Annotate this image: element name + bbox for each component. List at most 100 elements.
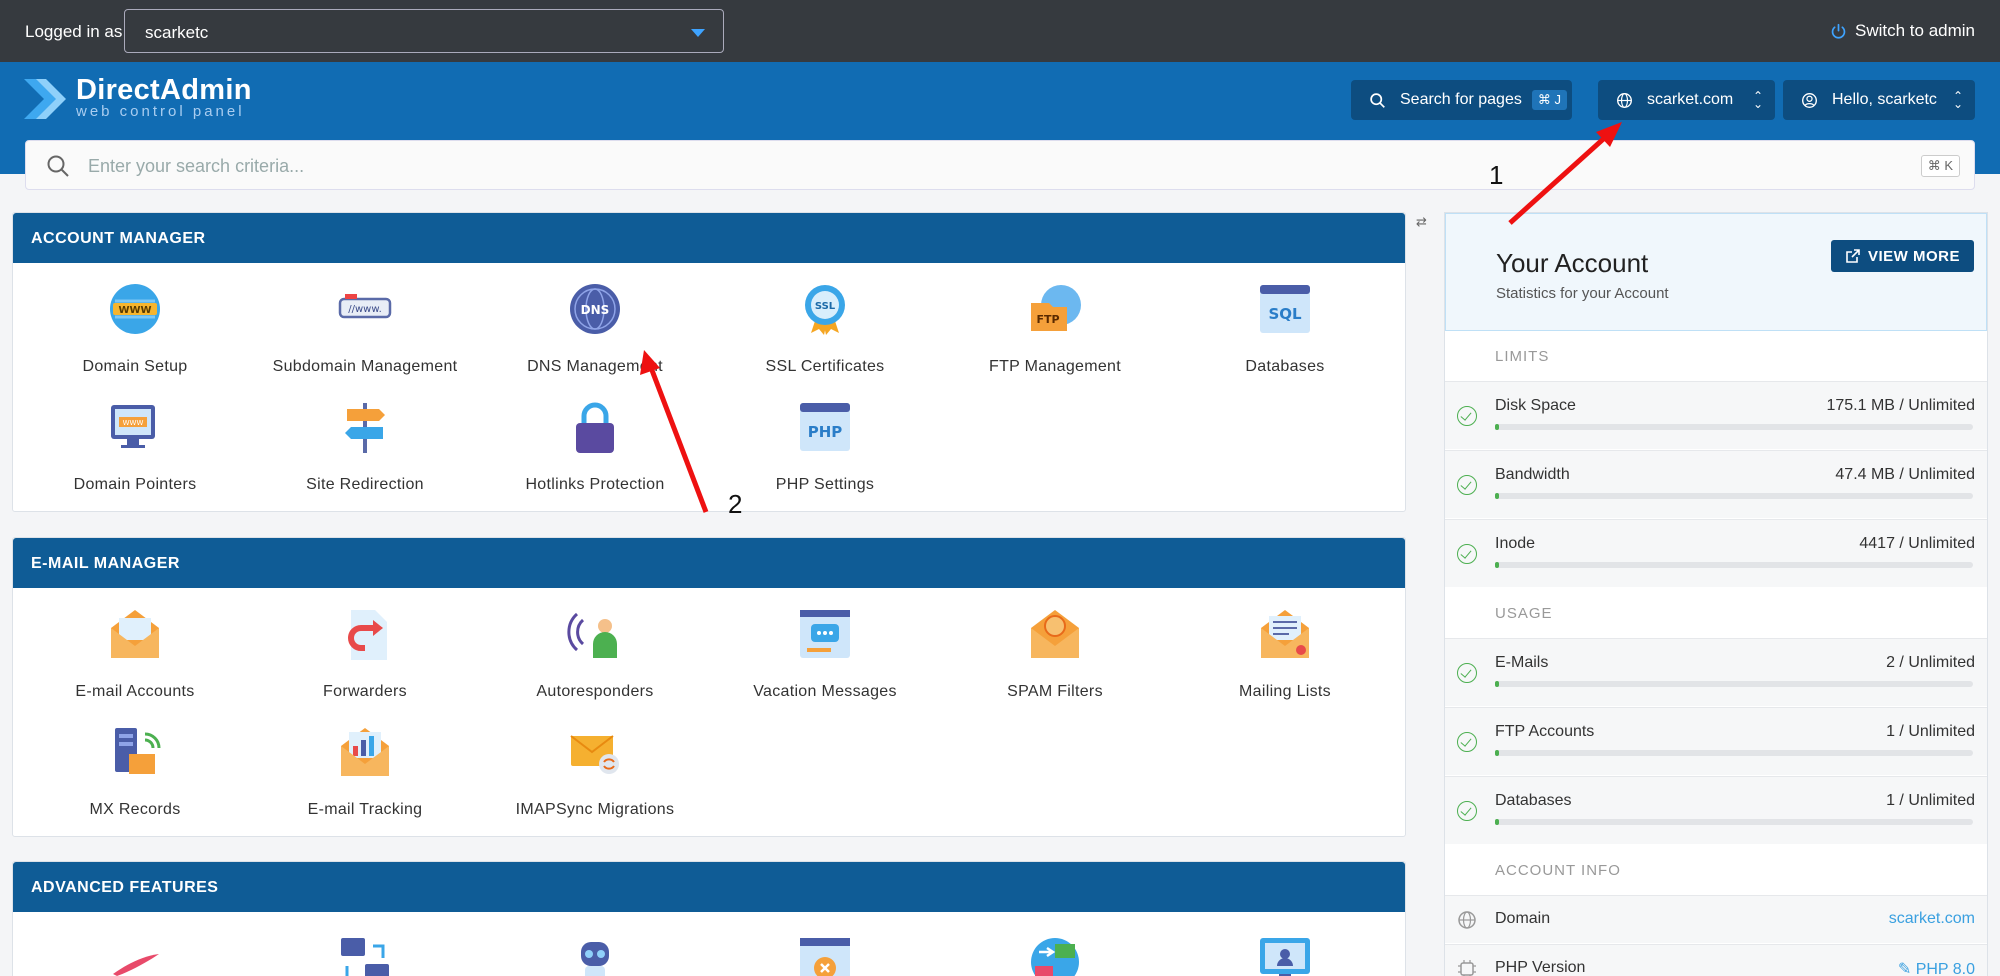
usage-heading: USAGE xyxy=(1495,605,1553,622)
mailing-lists-item[interactable]: Mailing Lists xyxy=(1170,606,1400,701)
email-manager-panel: E-MAIL MANAGER E-mail Accounts Forwarder… xyxy=(12,537,1406,837)
padlock-icon xyxy=(576,402,614,453)
databases-item[interactable]: SQL Databases xyxy=(1170,281,1400,376)
limit-value: 4417 / Unlimited xyxy=(1859,535,1975,552)
spam-filters-item[interactable]: SPAM Filters xyxy=(940,606,1170,701)
limit-progress-bar xyxy=(1495,493,1973,499)
brand-name: DirectAdmin xyxy=(76,74,252,106)
apache-feather-icon xyxy=(113,954,159,976)
envelope-icon xyxy=(111,610,159,658)
advanced-features-panel: ADVANCED FEATURES xyxy=(12,861,1406,976)
domain-selector-label: scarket.com xyxy=(1647,91,1734,108)
email-accounts-item[interactable]: E-mail Accounts xyxy=(20,606,250,701)
svg-text:WWW: WWW xyxy=(123,419,144,427)
php-window-icon: PHP xyxy=(800,403,850,451)
domain-link[interactable]: scarket.com xyxy=(1889,910,1975,928)
check-circle-icon xyxy=(1457,406,1477,426)
svg-text:PHP: PHP xyxy=(808,423,843,441)
limit-progress-bar xyxy=(1495,424,1973,430)
limit-name: Disk Space xyxy=(1495,397,1576,414)
usage-name: FTP Accounts xyxy=(1495,723,1595,740)
subdomain-management-item[interactable]: //www. Subdomain Management xyxy=(250,281,480,376)
email-tracking-item[interactable]: E-mail Tracking xyxy=(250,724,480,819)
info-row-domain: Domain scarket.com xyxy=(1445,895,1987,943)
mx-server-icon xyxy=(115,728,161,774)
imapsync-migrations-item[interactable]: IMAPSync Migrations xyxy=(480,724,710,819)
directadmin-logo[interactable]: DirectAdmin web control panel xyxy=(24,75,252,123)
site-redirection-item[interactable]: Site Redirection xyxy=(250,399,480,494)
domain-pointers-item[interactable]: WWW Domain Pointers xyxy=(20,399,250,494)
php-version-value: PHP 8.0 xyxy=(1915,961,1975,976)
user-select[interactable]: scarketc xyxy=(124,9,724,53)
directadmin-logo-icon xyxy=(24,79,66,119)
account-info-heading: ACCOUNT INFO xyxy=(1495,862,1621,879)
check-circle-icon xyxy=(1457,801,1477,821)
ssl-badge-icon: SSL xyxy=(805,285,845,335)
usage-progress-bar xyxy=(1495,681,1973,687)
globe-icon xyxy=(1458,911,1476,929)
advanced-item-media-globe[interactable] xyxy=(940,934,1170,976)
signpost-icon xyxy=(345,403,385,453)
domain-setup-item[interactable]: WWW Domain Setup xyxy=(20,281,250,376)
error-window-icon xyxy=(800,938,850,976)
ssl-certificates-item[interactable]: SSL SSL Certificates xyxy=(710,281,940,376)
svg-text:FTP: FTP xyxy=(1036,313,1059,326)
autoresponders-item[interactable]: Autoresponders xyxy=(480,606,710,701)
advanced-item-robot[interactable] xyxy=(480,934,710,976)
info-row-php-version: PHP Version ✎ PHP 8.0 xyxy=(1445,944,1987,976)
advanced-features-title: ADVANCED FEATURES xyxy=(13,862,1405,912)
site-redirection-label: Site Redirection xyxy=(306,476,424,493)
annotation-label-1: 1 xyxy=(1489,160,1504,190)
usage-row-databases: Databases 1 / Unlimited xyxy=(1445,776,1987,844)
account-sidebar: Your Account Statistics for your Account… xyxy=(1444,212,1988,976)
usage-value: 2 / Unlimited xyxy=(1886,654,1975,671)
advanced-item-screen-capture[interactable] xyxy=(1170,934,1400,976)
php-settings-item[interactable]: PHP PHP Settings xyxy=(710,399,940,494)
search-input[interactable]: Enter your search criteria... ⌘ K xyxy=(25,140,1975,190)
top-bar: Logged in as scarketc Switch to admin xyxy=(0,0,2000,62)
limit-value: 47.4 MB / Unlimited xyxy=(1835,466,1975,483)
advanced-item-transfer[interactable] xyxy=(250,934,480,976)
svg-text:SQL: SQL xyxy=(1268,305,1302,323)
globe-icon xyxy=(1617,92,1632,108)
php-version-link[interactable]: ✎ PHP 8.0 xyxy=(1898,959,1975,976)
vacation-messages-item[interactable]: Vacation Messages xyxy=(710,606,940,701)
hotlinks-protection-item[interactable]: Hotlinks Protection xyxy=(480,399,710,494)
search-pages-shortcut: ⌘ J xyxy=(1531,90,1567,110)
email-tracking-label: E-mail Tracking xyxy=(307,801,423,818)
limit-row-bandwidth: Bandwidth 47.4 MB / Unlimited xyxy=(1445,450,1987,518)
svg-text:DNS: DNS xyxy=(581,303,610,317)
view-more-button[interactable]: VIEW MORE xyxy=(1830,240,1974,272)
switch-to-admin-link[interactable]: Switch to admin xyxy=(1830,21,1975,41)
power-icon xyxy=(1831,23,1846,39)
mailing-lists-label: Mailing Lists xyxy=(1239,683,1331,700)
forwarders-item[interactable]: Forwarders xyxy=(250,606,480,701)
monitor-www-icon: WWW xyxy=(111,405,155,448)
autoresponders-label: Autoresponders xyxy=(536,683,654,700)
dns-globe-icon: DNS xyxy=(570,284,620,334)
ftp-management-label: FTP Management xyxy=(989,358,1121,375)
usage-progress-bar xyxy=(1495,750,1973,756)
advanced-item-error-window[interactable] xyxy=(710,934,940,976)
spam-filters-label: SPAM Filters xyxy=(1007,683,1103,700)
advanced-item-apache[interactable] xyxy=(20,934,250,976)
external-link-icon xyxy=(1846,249,1860,263)
user-menu[interactable]: Hello, scarketc ⌃ ⌄ xyxy=(1783,80,1975,120)
dns-management-item[interactable]: DNS DNS Management xyxy=(480,281,710,376)
usage-row-emails: E-Mails 2 / Unlimited xyxy=(1445,638,1987,706)
view-more-label: VIEW MORE xyxy=(1867,247,1960,265)
ftp-management-item[interactable]: FTP FTP Management xyxy=(940,281,1170,376)
mx-records-item[interactable]: MX Records xyxy=(20,724,250,819)
your-account-subtitle: Statistics for your Account xyxy=(1496,285,1669,302)
domain-selector[interactable]: scarket.com ⌃ ⌄ xyxy=(1598,80,1775,120)
user-select-value: scarketc xyxy=(145,23,209,42)
usage-name: Databases xyxy=(1495,792,1572,809)
limit-value: 175.1 MB / Unlimited xyxy=(1826,397,1975,414)
annotation-label-2: 2 xyxy=(728,489,743,519)
search-pages-button[interactable]: Search for pages ⌘ J xyxy=(1351,80,1572,120)
usage-name: E-Mails xyxy=(1495,654,1549,671)
subdomain-icon: //www. xyxy=(338,294,392,319)
search-icon xyxy=(47,155,69,177)
email-tracking-icon xyxy=(341,728,389,776)
swap-layout-icon[interactable]: ⇄ xyxy=(1416,214,1427,230)
